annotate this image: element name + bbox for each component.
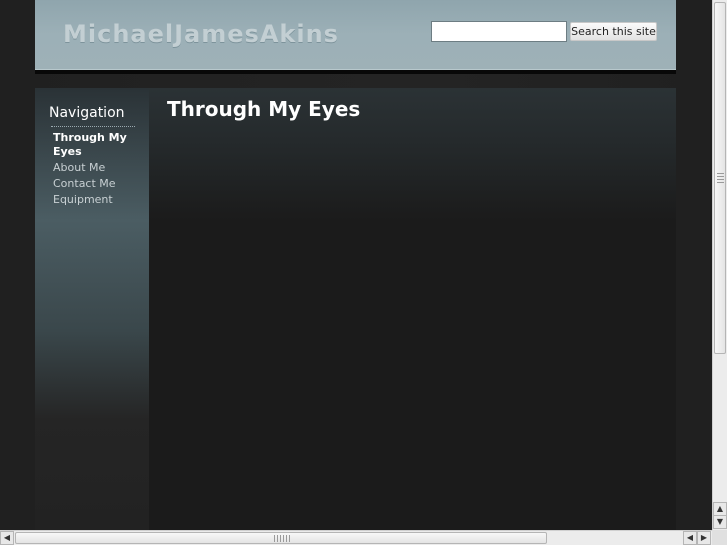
sidebar-item-contact-me[interactable]: Contact Me [53,177,137,191]
header-divider [35,70,676,74]
scroll-left-arrow-icon[interactable]: ◀ [683,531,697,545]
navigation-divider [51,126,135,127]
page-title: Through My Eyes [167,97,361,121]
sidebar-item-through-my-eyes[interactable]: Through My Eyes [53,131,137,159]
scroll-left-arrow-icon[interactable]: ◀ [0,531,14,545]
main-content: Through My Eyes [149,88,676,530]
navigation-list: Through My Eyes About Me Contact Me Equi… [53,131,137,209]
search-button[interactable]: Search this site [570,22,657,41]
grip-icon [274,535,290,542]
browser-viewport: MichaelJamesAkins Search this site Navig… [0,0,712,530]
sidebar-item-equipment[interactable]: Equipment [53,193,137,207]
site-header: MichaelJamesAkins Search this site [35,0,676,70]
vertical-scrollbar[interactable]: ▲ ▼ [712,0,727,530]
search-input[interactable] [431,21,567,42]
site-title[interactable]: MichaelJamesAkins [63,20,339,48]
navigation-heading: Navigation [49,105,125,121]
scroll-down-arrow-icon[interactable]: ▼ [713,515,727,529]
vertical-scroll-thumb[interactable] [714,2,726,354]
scroll-up-arrow-icon[interactable]: ▲ [713,502,727,516]
horizontal-scroll-thumb[interactable] [15,532,547,544]
horizontal-scrollbar[interactable]: ◀ ◀ ▶ [0,530,712,545]
grip-icon [717,173,724,185]
sidebar-item-about-me[interactable]: About Me [53,161,137,175]
scrollbar-corner [712,530,727,545]
sidebar: Navigation Through My Eyes About Me Cont… [35,88,149,530]
scroll-right-arrow-icon[interactable]: ▶ [697,531,711,545]
